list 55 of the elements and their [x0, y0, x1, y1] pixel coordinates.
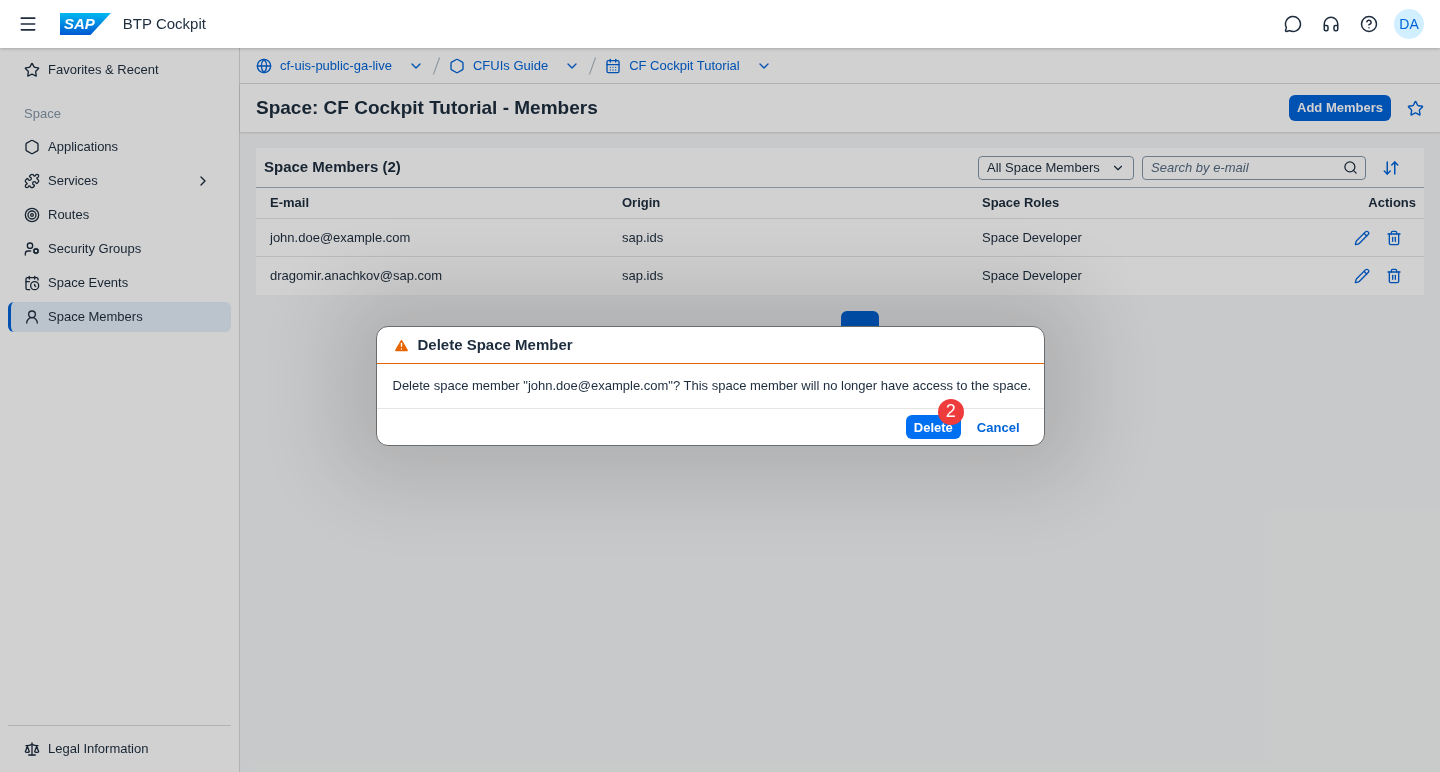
table-cell-text: Space Developer — [982, 228, 1082, 247]
sidebar-item[interactable]: Space Members — [8, 301, 231, 332]
hexagon-icon — [24, 138, 40, 155]
globe-icon — [256, 57, 272, 74]
delete-icon[interactable] — [1386, 229, 1402, 246]
sidebar-item[interactable]: Space Events — [8, 267, 231, 298]
user-avatar[interactable]: DA — [1394, 9, 1424, 39]
user-gear-icon — [24, 240, 40, 257]
sidebar-item[interactable]: Routes — [8, 199, 231, 230]
hexagon-icon — [449, 57, 465, 74]
table-cell-text: sap.ids — [622, 228, 664, 247]
breadcrumb-link[interactable]: cf-uis-public-ga-live — [256, 55, 424, 76]
calendar-clock-icon — [24, 274, 40, 291]
user-icon — [24, 308, 40, 325]
star-icon — [24, 62, 40, 78]
sidebar-item[interactable]: Services — [8, 165, 231, 196]
calendar-icon — [605, 57, 622, 74]
sidebar-item[interactable]: Security Groups — [8, 233, 231, 264]
edit-icon[interactable] — [1354, 229, 1370, 246]
sap-logo: SAP — [60, 13, 111, 35]
search-field[interactable]: Search by e-mail — [1142, 155, 1366, 180]
table-cell-text: dragomir.anachkov@sap.com — [270, 267, 443, 286]
dialog-title: Delete Space Member — [417, 334, 573, 355]
target-icon — [24, 206, 40, 223]
headset-icon[interactable] — [1322, 15, 1340, 33]
table-cell-text: Space Developer — [982, 267, 1082, 286]
sidebar-item[interactable]: Legal Information — [8, 734, 231, 764]
column-header: Actions — [1368, 194, 1416, 213]
breadcrumb-link[interactable]: CF Cockpit Tutorial — [605, 55, 772, 76]
column-header: Space Roles — [982, 194, 1060, 213]
sidebar-item[interactable]: Favorites & Recent — [8, 56, 231, 84]
add-members-button[interactable]: Add Members — [1289, 95, 1391, 121]
search-icon[interactable] — [1343, 160, 1358, 176]
cancel-button[interactable]: Cancel — [968, 415, 1028, 440]
chat-icon[interactable] — [1284, 15, 1302, 33]
table-title: Space Members (2) — [264, 157, 402, 178]
help-icon[interactable] — [1360, 15, 1378, 33]
puzzle-icon — [24, 172, 40, 189]
dialog-message: Delete space member "john.doe@example.com"? This space member will no longer have access to the space. — [392, 377, 1032, 396]
sort-icon[interactable] — [1382, 158, 1400, 177]
table-cell-text: sap.ids — [622, 267, 664, 286]
app-title: BTP Cockpit — [122, 13, 206, 34]
breadcrumb-link[interactable]: CFUIs Guide — [449, 55, 581, 76]
delete-icon[interactable] — [1386, 268, 1402, 284]
page-title: Space: CF Cockpit Tutorial - Members — [256, 95, 599, 120]
scale-icon — [24, 741, 40, 757]
warning-icon — [392, 336, 410, 354]
section-label: Space — [23, 105, 62, 123]
star-icon[interactable] — [1407, 99, 1424, 117]
edit-icon[interactable] — [1354, 268, 1370, 284]
filter-select[interactable]: All Space Members — [978, 155, 1134, 180]
column-header: Origin — [622, 194, 661, 213]
table-cell-text: john.doe@example.com — [270, 228, 411, 247]
column-header: E-mail — [270, 194, 309, 213]
sidebar-item[interactable]: Applications — [8, 131, 231, 162]
